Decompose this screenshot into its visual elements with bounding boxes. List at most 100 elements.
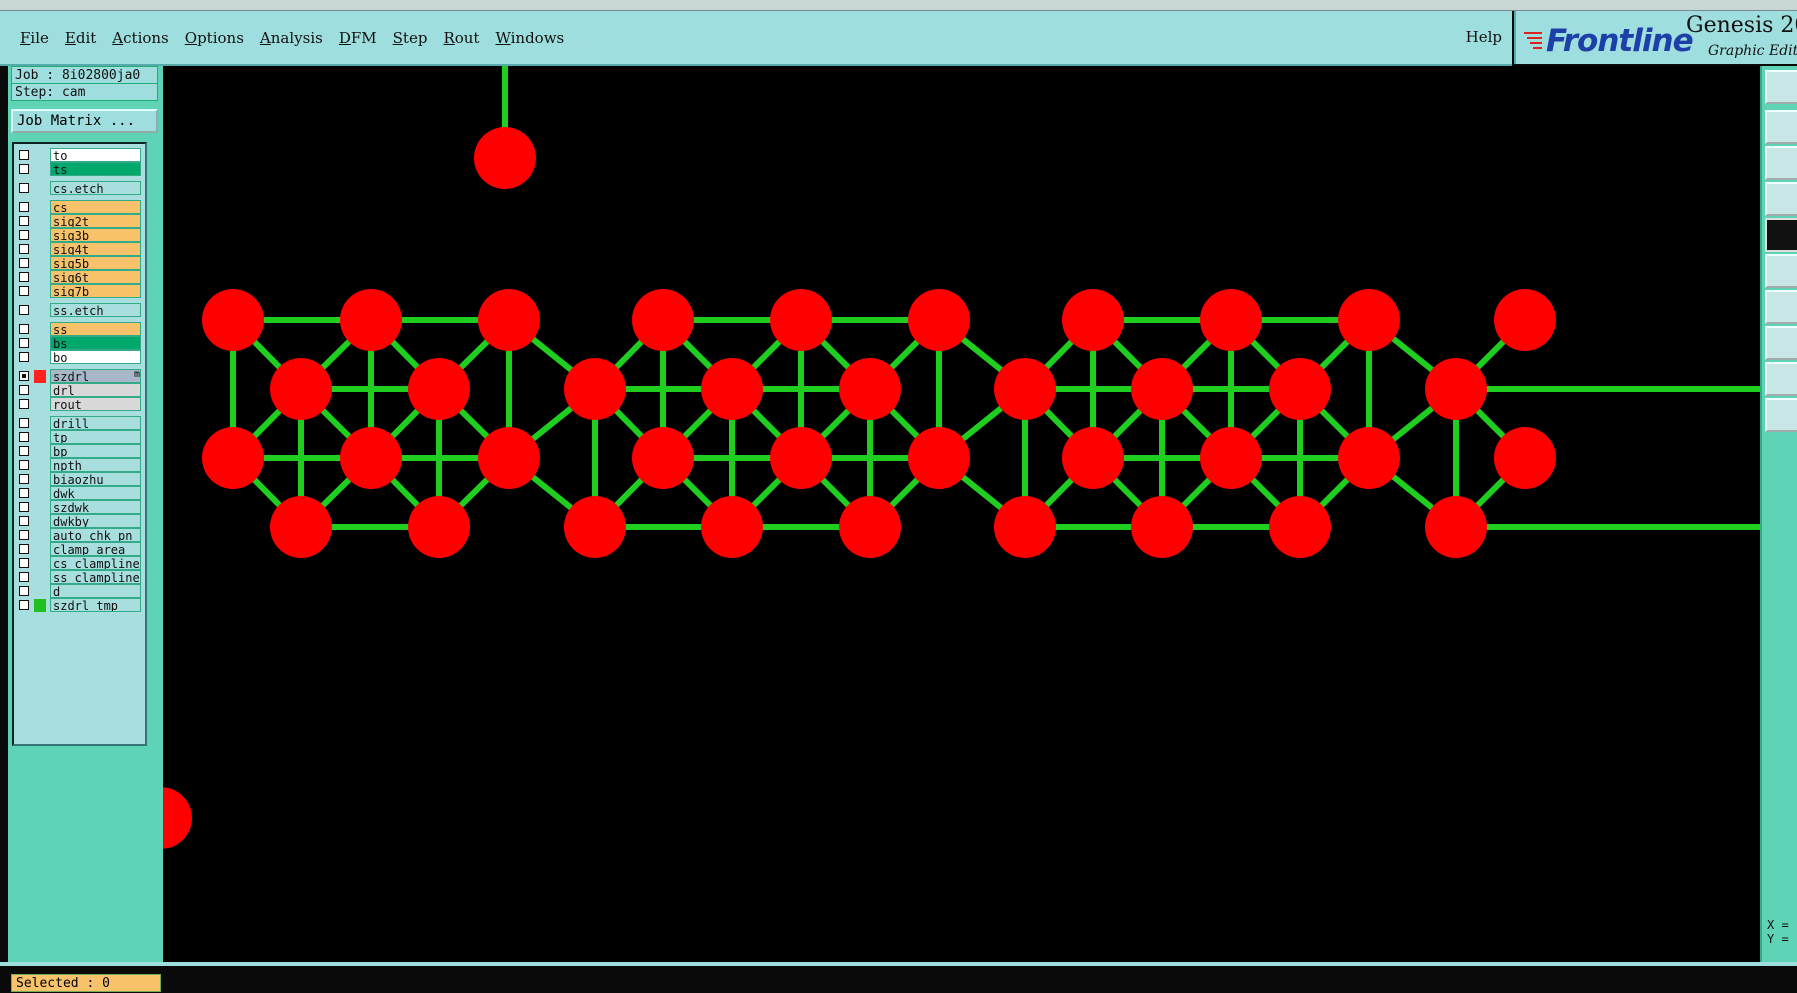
layer-checkbox[interactable]	[19, 216, 29, 226]
layer-row-ss-clampline[interactable]: ss_clampline	[17, 570, 142, 585]
layer-name[interactable]: tp	[50, 430, 141, 444]
layer-row-bs[interactable]: bs	[17, 336, 142, 351]
layer-checkbox[interactable]	[19, 516, 29, 526]
layer-row-sig6t[interactable]: sig6t	[17, 270, 142, 285]
layer-name[interactable]: drill	[50, 416, 141, 430]
menu-dfm[interactable]: DFM	[331, 29, 385, 47]
layer-name[interactable]: d	[50, 584, 141, 598]
layer-row-szdrl[interactable]: szdrl m	[17, 369, 142, 384]
layer-name[interactable]: sig3b	[50, 228, 141, 242]
menu-file[interactable]: File	[12, 29, 57, 47]
layer-row-tp[interactable]: tp	[17, 430, 142, 445]
layer-checkbox[interactable]	[19, 258, 29, 268]
layer-checkbox[interactable]	[19, 244, 29, 254]
layer-checkbox[interactable]	[19, 558, 29, 568]
layer-row-bp[interactable]: bp	[17, 444, 142, 459]
layer-name[interactable]: cs	[50, 200, 141, 214]
view-layout-icon[interactable]	[1765, 70, 1797, 104]
layer-checkbox[interactable]	[19, 324, 29, 334]
layer-row-cs-clampline[interactable]: cs_clampline	[17, 556, 142, 571]
layer-row-drl[interactable]: drl	[17, 383, 142, 398]
layer-checkbox[interactable]	[19, 183, 29, 193]
layer-name[interactable]: sig5b	[50, 256, 141, 270]
layer-row-sig7b[interactable]: sig7b	[17, 284, 142, 299]
layer-checkbox[interactable]	[19, 544, 29, 554]
layer-row-clamp-area[interactable]: clamp_area	[17, 542, 142, 557]
help-menu[interactable]: Help	[1466, 11, 1502, 64]
feature-add-icon[interactable]	[1765, 326, 1797, 360]
layer-row-rout[interactable]: rout	[17, 397, 142, 412]
layer-row-d[interactable]: d	[17, 584, 142, 599]
layer-checkbox[interactable]	[19, 432, 29, 442]
menu-windows[interactable]: Windows	[487, 29, 572, 47]
layer-name[interactable]: sig2t	[50, 214, 141, 228]
layer-name[interactable]: cs.etch	[50, 181, 141, 195]
layer-checkbox[interactable]	[19, 305, 29, 315]
layer-name[interactable]: ss	[50, 322, 141, 336]
layer-checkbox[interactable]	[19, 352, 29, 362]
layer-row-ss[interactable]: ss	[17, 322, 142, 337]
layer-checkbox[interactable]	[19, 230, 29, 240]
layer-row-ss-etch[interactable]: ss.etch	[17, 303, 142, 318]
layer-name[interactable]: sig6t	[50, 270, 141, 284]
layer-row-sig3b[interactable]: sig3b	[17, 228, 142, 243]
layer-row-ts[interactable]: ts	[17, 162, 142, 177]
layer-row-to[interactable]: to	[17, 148, 142, 163]
layer-name[interactable]: ts	[50, 162, 141, 176]
menu-rout[interactable]: Rout	[435, 29, 487, 47]
layer-checkbox[interactable]	[19, 164, 29, 174]
layer-checkbox[interactable]	[19, 600, 29, 610]
layer-name[interactable]: bs	[50, 336, 141, 350]
pointer-icon[interactable]	[1765, 398, 1797, 432]
snap-icon[interactable]	[1765, 110, 1797, 144]
layer-checkbox[interactable]	[19, 272, 29, 282]
layer-name[interactable]: szdrl	[50, 369, 141, 383]
layer-checkbox[interactable]	[19, 150, 29, 160]
layer-checkbox[interactable]	[19, 418, 29, 428]
layer-checkbox[interactable]	[19, 474, 29, 484]
layer-checkbox[interactable]	[19, 502, 29, 512]
layer-name[interactable]: ss_clampline	[50, 570, 141, 584]
layer-checkbox[interactable]	[19, 286, 29, 296]
layer-checkbox[interactable]	[19, 385, 29, 395]
layer-checkbox[interactable]	[19, 530, 29, 540]
layer-name[interactable]: sig7b	[50, 284, 141, 298]
layer-row-dwk[interactable]: dwk	[17, 486, 142, 501]
layer-row-npth[interactable]: npth	[17, 458, 142, 473]
layer-name[interactable]: sig4t	[50, 242, 141, 256]
graphic-canvas[interactable]	[163, 66, 1760, 962]
layer-row-sig4t[interactable]: sig4t	[17, 242, 142, 257]
layer-row-sig2t[interactable]: sig2t	[17, 214, 142, 229]
layer-name[interactable]: rout	[50, 397, 141, 411]
layer-name[interactable]: cs_clampline	[50, 556, 141, 570]
layer-row-szdrl-tmp[interactable]: szdrl_tmp	[17, 598, 142, 613]
layer-name[interactable]: dwk	[50, 486, 141, 500]
line-tool-icon[interactable]	[1765, 290, 1797, 324]
menu-options[interactable]: Options	[177, 29, 252, 47]
layer-row-auto-chk-pn[interactable]: auto_chk_pn	[17, 528, 142, 543]
pad-select-icon[interactable]	[1765, 218, 1797, 252]
layer-checkbox[interactable]	[19, 399, 29, 409]
net-icon[interactable]	[1765, 254, 1797, 288]
layer-name[interactable]: to	[50, 148, 141, 162]
triangle-icon[interactable]	[1765, 362, 1797, 396]
layer-name[interactable]: szdrl_tmp	[50, 598, 141, 612]
layer-row-sig5b[interactable]: sig5b	[17, 256, 142, 271]
layer-name[interactable]: biaozhu	[50, 472, 141, 486]
layer-checkbox[interactable]	[19, 460, 29, 470]
layer-row-szdwk[interactable]: szdwk	[17, 500, 142, 515]
layer-checkbox[interactable]	[19, 446, 29, 456]
layer-row-dwkby[interactable]: dwkby	[17, 514, 142, 529]
layer-name[interactable]: bo	[50, 350, 141, 364]
menu-step[interactable]: Step	[385, 29, 436, 47]
layer-name[interactable]: szdwk	[50, 500, 141, 514]
layer-checkbox[interactable]	[19, 338, 29, 348]
layer-checkbox[interactable]	[19, 202, 29, 212]
layer-row-bo[interactable]: bo	[17, 350, 142, 365]
layer-checkbox[interactable]	[19, 586, 29, 596]
layer-name[interactable]: ss.etch	[50, 303, 141, 317]
layer-row-biaozhu[interactable]: biaozhu	[17, 472, 142, 487]
layer-row-cs[interactable]: cs	[17, 200, 142, 215]
menu-edit[interactable]: Edit	[57, 29, 104, 47]
layer-name[interactable]: bp	[50, 444, 141, 458]
